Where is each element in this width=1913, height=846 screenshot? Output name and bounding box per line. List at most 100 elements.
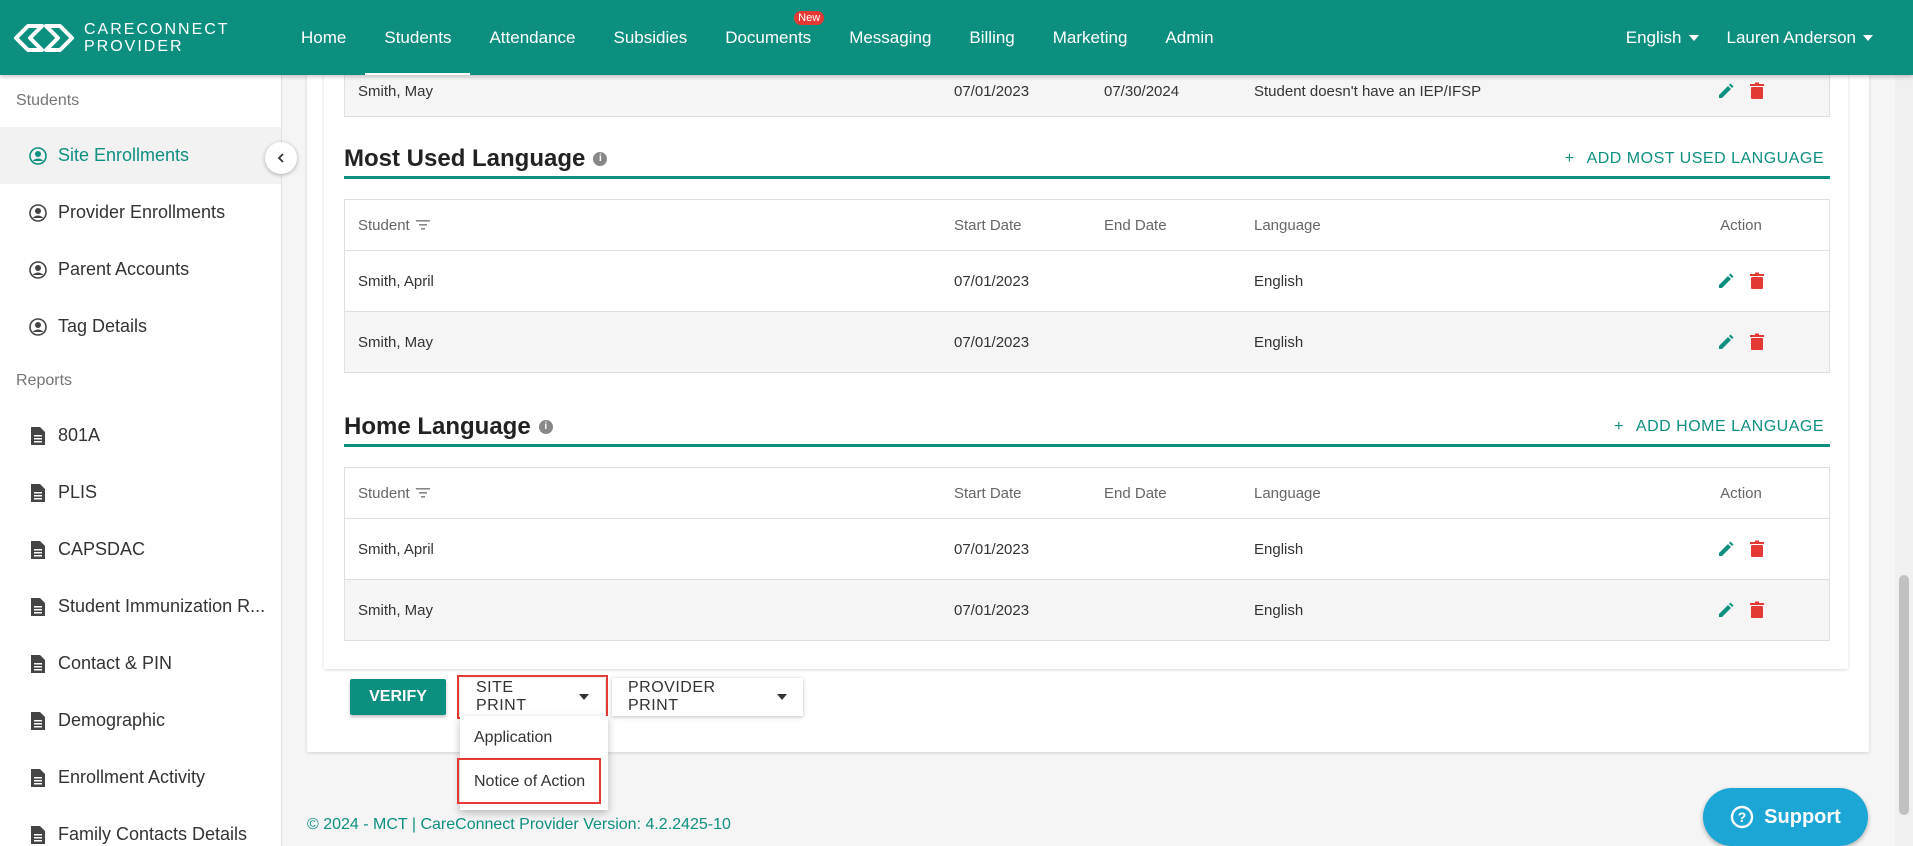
sidebar-item-family-contacts[interactable]: Family Contacts Details	[0, 806, 281, 846]
caret-down-icon	[777, 694, 787, 700]
help-icon: ?	[1730, 805, 1754, 829]
delete-icon[interactable]	[1749, 333, 1765, 351]
sidebar-item-demographic[interactable]: Demographic	[0, 692, 281, 749]
col-student[interactable]: Student	[345, 217, 954, 234]
cell-student: Smith, May	[358, 82, 434, 100]
svg-text:?: ?	[1738, 809, 1747, 825]
col-language: Language	[1254, 484, 1321, 502]
section-title-text: Home Language	[344, 412, 531, 440]
logo-line-1: CARECONNECT	[84, 20, 230, 38]
provider-print-button[interactable]: PROVIDER PRINT	[612, 678, 803, 716]
col-end-date: End Date	[1104, 216, 1167, 234]
most-used-language-header: Most Used Language i + ADD MOST USED LAN…	[344, 141, 1830, 179]
user-dropdown[interactable]: Lauren Anderson	[1727, 28, 1873, 48]
site-print-button[interactable]: SITE PRINT	[460, 678, 605, 716]
language-dropdown[interactable]: English	[1626, 28, 1699, 48]
cell-language: English	[1254, 540, 1304, 558]
nav-messaging-label: Messaging	[849, 27, 932, 47]
nav-admin[interactable]: Admin	[1146, 0, 1232, 75]
plus-icon: +	[1564, 149, 1575, 167]
edit-icon[interactable]	[1717, 540, 1735, 558]
sidebar-item-label: CAPSDAC	[58, 539, 146, 559]
cell-action	[1653, 601, 1829, 619]
sidebar-item-801a[interactable]: 801A	[0, 407, 281, 464]
home-language-title: Home Language i	[344, 413, 553, 441]
cell-action	[1653, 272, 1829, 290]
sidebar-item-label: Site Enrollments	[58, 145, 190, 165]
logo[interactable]: CARECONNECT PROVIDER	[12, 21, 272, 55]
table-row: Smith, April 07/01/2023 English	[345, 250, 1829, 311]
menu-item-notice-of-action[interactable]: Notice of Action	[460, 760, 608, 804]
delete-icon[interactable]	[1749, 540, 1765, 558]
add-home-language-button[interactable]: + ADD HOME LANGUAGE	[1614, 418, 1830, 436]
sidebar-collapse-button[interactable]	[265, 142, 297, 174]
page-scrollbar[interactable]	[1895, 75, 1913, 846]
col-student-label: Student	[358, 484, 410, 502]
sidebar-item-contact-pin[interactable]: Contact & PIN	[0, 635, 281, 692]
sidebar-item-label: Tag Details	[58, 316, 148, 336]
nav-billing-label: Billing	[969, 27, 1015, 47]
sidebar-item-label: Parent Accounts	[58, 259, 190, 279]
col-student[interactable]: Student	[345, 485, 954, 502]
info-icon[interactable]: i	[593, 151, 608, 166]
edit-icon[interactable]	[1717, 82, 1735, 100]
top-navbar: CARECONNECT PROVIDER Home Students Atten…	[0, 0, 1913, 75]
nav-students[interactable]: Students	[365, 0, 471, 75]
support-label: Support	[1764, 805, 1841, 828]
nav-attendance[interactable]: Attendance	[470, 0, 594, 75]
sidebar-item-enrollment-activity[interactable]: Enrollment Activity	[0, 749, 281, 806]
edit-icon[interactable]	[1717, 272, 1735, 290]
edit-icon[interactable]	[1717, 601, 1735, 619]
nav-billing[interactable]: Billing	[950, 0, 1033, 75]
sidebar-item-parent-accounts[interactable]: Parent Accounts	[0, 241, 281, 298]
table-row: Smith, May 07/01/2023 English	[345, 311, 1829, 372]
delete-icon[interactable]	[1749, 82, 1765, 100]
nav-documents[interactable]: Documents New	[706, 0, 830, 75]
provider-print-label: PROVIDER PRINT	[628, 679, 716, 714]
table-header-row: Student Start Date End Date Language Act…	[345, 468, 1829, 518]
document-icon	[28, 653, 48, 675]
nav-subsidies-label: Subsidies	[613, 27, 688, 47]
cell-start-date: 07/01/2023	[954, 540, 1030, 558]
delete-icon[interactable]	[1749, 272, 1765, 290]
filter-icon[interactable]	[415, 487, 430, 499]
delete-icon[interactable]	[1749, 601, 1765, 619]
outer-card: Smith, May 07/01/2023 07/30/2024 Student…	[307, 65, 1869, 810]
table-row: Smith, April 07/01/2023 English	[345, 518, 1829, 579]
support-button[interactable]: ? Support	[1703, 788, 1868, 846]
nav-messaging[interactable]: Messaging	[830, 0, 950, 75]
sidebar-item-label: Enrollment Activity	[58, 767, 206, 787]
cell-student: Smith, May	[358, 601, 434, 619]
sidebar-item-student-immunization[interactable]: Student Immunization R...	[0, 578, 281, 635]
nav-marketing[interactable]: Marketing	[1034, 0, 1147, 75]
cell-start-date: 07/01/2023	[954, 333, 1030, 351]
sidebar-item-provider-enrollments[interactable]: Provider Enrollments	[0, 184, 281, 241]
person-circle-icon	[28, 145, 48, 167]
nav-right: English Lauren Anderson	[1626, 28, 1873, 48]
info-icon[interactable]: i	[538, 419, 553, 434]
sidebar-item-site-enrollments[interactable]: Site Enrollments	[0, 127, 281, 184]
scrollbar-thumb[interactable]	[1899, 575, 1909, 815]
cell-end-date: 07/30/2024	[1104, 82, 1180, 100]
cell-start-date: 07/01/2023	[954, 272, 1030, 290]
sidebar: Students Site Enrollments Provider Enrol…	[0, 75, 282, 846]
add-label: ADD MOST USED LANGUAGE	[1586, 149, 1824, 167]
sidebar-item-tag-details[interactable]: Tag Details	[0, 298, 281, 355]
most-used-language-title: Most Used Language i	[344, 145, 608, 173]
filter-icon[interactable]	[415, 219, 430, 231]
sidebar-section-students: Students	[16, 92, 80, 109]
cell-action	[1653, 82, 1829, 100]
site-print-label: SITE PRINT	[476, 679, 527, 714]
sidebar-item-plis[interactable]: PLIS	[0, 464, 281, 521]
cell-start-date: 07/01/2023	[954, 601, 1030, 619]
sidebar-item-capsdac[interactable]: CAPSDAC	[0, 521, 281, 578]
sidebar-item-label: 801A	[58, 425, 101, 445]
edit-icon[interactable]	[1717, 333, 1735, 351]
nav-subsidies[interactable]: Subsidies	[594, 0, 706, 75]
cell-note: Student doesn't have an IEP/IFSP	[1254, 82, 1482, 100]
menu-item-application[interactable]: Application	[460, 716, 608, 760]
verify-button[interactable]: VERIFY	[350, 679, 446, 715]
cell-language: English	[1254, 333, 1304, 351]
nav-home[interactable]: Home	[282, 0, 365, 75]
add-most-used-language-button[interactable]: + ADD MOST USED LANGUAGE	[1565, 150, 1830, 168]
